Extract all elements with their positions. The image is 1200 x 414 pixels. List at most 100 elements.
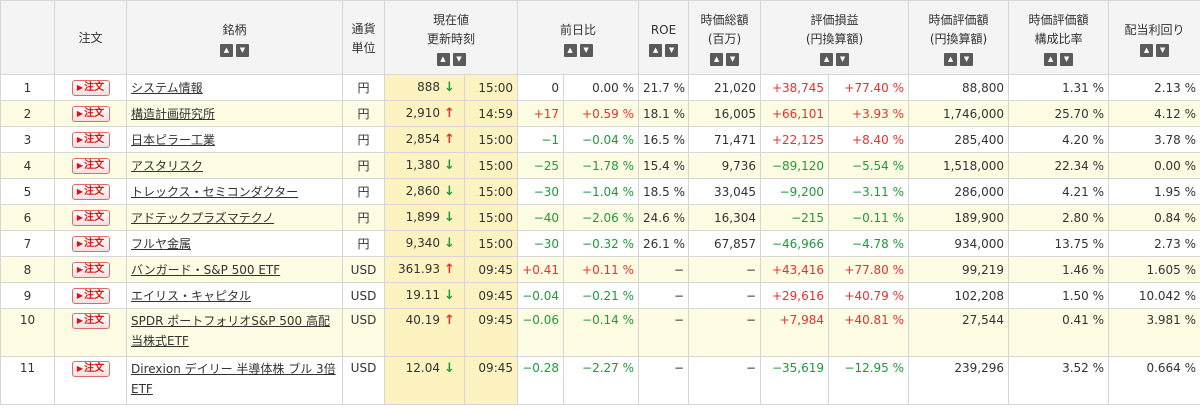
stock-name-link[interactable]: フルヤ金属 [131, 237, 191, 251]
arrow-up-icon: ↑ [444, 132, 455, 147]
stock-name-link[interactable]: 日本ピラー工業 [131, 133, 215, 147]
profit-loss-cell: −9,200 [760, 178, 830, 205]
order-button[interactable]: ▶注文 [71, 157, 110, 174]
sort-descending-icon[interactable]: ▼ [836, 53, 850, 66]
order-button[interactable]: ▶注文 [71, 131, 110, 148]
sort-ascending-icon[interactable]: ▲ [710, 53, 724, 66]
market-value-cell: 189,900 [908, 204, 1010, 231]
market-value-cell: 102,208 [908, 282, 1010, 309]
currency-cell: 円 [342, 178, 385, 205]
table-row: 5 ▶注文 トレックス・セミコンダクター 円 2,860 ↓ 15:00 −30 −1.04 %… [0, 178, 1200, 205]
order-button[interactable]: ▶注文 [71, 261, 110, 278]
roe-cell: − [638, 356, 690, 405]
order-button[interactable]: ▶注文 [71, 235, 110, 252]
change-cell: −0.04 [517, 282, 565, 309]
order-button-label: 注文 [84, 315, 105, 326]
sort-ascending-icon[interactable]: ▲ [220, 43, 233, 57]
order-button-label: 注文 [84, 159, 105, 171]
profit-loss-percent-cell: +77.40 % [828, 74, 910, 101]
roe-cell: 26.1 % [638, 230, 690, 257]
stock-name-link[interactable]: Direxion デイリー 半導体株 ブル 3倍 ETF [131, 362, 336, 396]
profit-loss-percent-cell: +40.79 % [828, 282, 910, 309]
stock-name-link[interactable]: エイリス・キャピタル [131, 289, 251, 303]
market-value-cell: 239,296 [908, 356, 1010, 405]
sort-descending-icon[interactable]: ▼ [452, 53, 466, 66]
sort-descending-icon[interactable]: ▼ [665, 43, 679, 57]
sort-ascending-icon[interactable]: ▲ [436, 53, 450, 66]
sort-controls-change: ▲ ▼ [522, 43, 634, 57]
profit-loss-percent-cell: +3.93 % [828, 100, 910, 127]
sort-descending-icon[interactable]: ▼ [1060, 53, 1074, 66]
header-currency: 通貨 単位 [342, 0, 385, 75]
sort-ascending-icon[interactable]: ▲ [944, 53, 958, 66]
table-row: 6 ▶注文 アドテックプラズマテクノ 円 1,899 ↓ 15:00 −40 −2.06 % 24… [0, 204, 1200, 231]
weight-cell: 4.21 % [1008, 178, 1110, 205]
order-button[interactable]: ▶注文 [71, 209, 110, 226]
triangle-right-icon: ▶ [76, 316, 84, 325]
row-number: 8 [0, 256, 55, 283]
header-change: 前日比 ▲ ▼ [517, 0, 640, 75]
market-cap-cell: 33,045 [688, 178, 762, 205]
market-value-cell: 27,544 [908, 308, 1010, 357]
weight-cell: 1.31 % [1008, 74, 1110, 101]
stock-name-link[interactable]: 構造計画研究所 [131, 107, 215, 121]
dividend-yield-cell: 2.13 % [1108, 74, 1200, 101]
roe-cell: − [638, 282, 690, 309]
stock-name-link[interactable]: SPDR ポートフォリオS&P 500 高配当株式ETF [131, 314, 330, 348]
change-cell: −1 [517, 126, 565, 153]
order-button-label: 注文 [84, 211, 105, 223]
sort-descending-icon[interactable]: ▼ [960, 53, 974, 66]
roe-cell: 16.5 % [638, 126, 690, 153]
row-number: 10 [0, 308, 55, 357]
sort-descending-icon[interactable]: ▼ [726, 53, 740, 66]
market-cap-cell: 67,857 [688, 230, 762, 257]
sort-descending-icon[interactable]: ▼ [1156, 43, 1170, 57]
price-value: 2,854 [405, 132, 440, 146]
order-button[interactable]: ▶注文 [71, 361, 110, 377]
order-button[interactable]: ▶注文 [71, 287, 110, 304]
profit-loss-percent-cell: +40.81 % [828, 308, 910, 357]
currency-cell: USD [342, 256, 385, 283]
sort-ascending-icon[interactable]: ▲ [1044, 53, 1058, 66]
sort-descending-icon[interactable]: ▼ [236, 43, 249, 57]
header-order: 注文 [54, 0, 127, 75]
currency-cell: USD [342, 308, 385, 357]
sort-controls-weight: ▲ ▼ [1013, 53, 1104, 66]
stock-name-link[interactable]: バンガード・S&P 500 ETF [131, 263, 280, 277]
weight-cell: 13.75 % [1008, 230, 1110, 257]
price-cell: 19.11 ↓ [384, 282, 465, 309]
sort-controls-market-value: ▲ ▼ [913, 53, 1004, 66]
change-cell: −0.28 [517, 356, 565, 405]
table-row: 11 ▶注文 Direxion デイリー 半導体株 ブル 3倍 ETF USD 12.0… [0, 356, 1200, 405]
sort-ascending-icon[interactable]: ▲ [820, 53, 834, 66]
stock-name-link[interactable]: システム情報 [131, 81, 203, 95]
price-value: 2,860 [405, 184, 440, 198]
order-button[interactable]: ▶注文 [71, 313, 110, 329]
currency-cell: 円 [342, 100, 385, 127]
change-percent-cell: +0.11 % [563, 256, 640, 283]
sort-ascending-icon[interactable]: ▲ [563, 43, 577, 57]
update-time-cell: 15:00 [463, 126, 519, 153]
weight-cell: 0.41 % [1008, 308, 1110, 357]
arrow-down-icon: ↓ [444, 210, 455, 225]
sort-ascending-icon[interactable]: ▲ [1140, 43, 1154, 57]
dividend-yield-cell: 3.981 % [1108, 308, 1200, 357]
change-percent-cell: −0.32 % [563, 230, 640, 257]
stock-name-cell: 日本ピラー工業 [126, 126, 343, 153]
sort-descending-icon[interactable]: ▼ [579, 43, 593, 57]
profit-loss-cell: +7,984 [760, 308, 830, 357]
profit-loss-percent-cell: −12.95 % [828, 356, 910, 405]
price-cell: 40.19 ↑ [384, 308, 465, 357]
sort-ascending-icon[interactable]: ▲ [649, 43, 663, 57]
order-button[interactable]: ▶注文 [71, 105, 110, 122]
stock-name-cell: エイリス・キャピタル [126, 282, 343, 309]
stock-name-link[interactable]: アスタリスク [131, 159, 203, 173]
sort-controls-profit-loss: ▲ ▼ [765, 53, 904, 66]
order-button[interactable]: ▶注文 [71, 79, 110, 96]
order-button[interactable]: ▶注文 [71, 183, 110, 200]
order-cell: ▶注文 [54, 282, 127, 309]
triangle-right-icon: ▶ [76, 186, 84, 196]
stock-name-link[interactable]: トレックス・セミコンダクター [131, 185, 298, 199]
header-profit-loss: 評価損益 (円換算額) ▲ ▼ [760, 0, 910, 75]
stock-name-link[interactable]: アドテックプラズマテクノ [131, 211, 274, 225]
